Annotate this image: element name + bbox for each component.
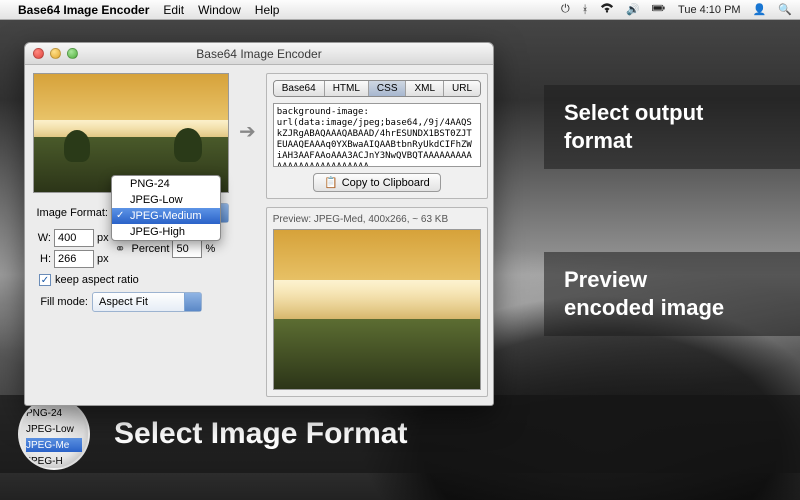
- tab-xml[interactable]: XML: [406, 81, 444, 96]
- arrow-icon: ➔: [239, 73, 256, 397]
- code-output[interactable]: background-image: url(data:image/jpeg;ba…: [273, 103, 481, 167]
- format-option-jpeg-medium[interactable]: JPEG-Medium: [112, 208, 220, 224]
- keep-aspect-checkbox[interactable]: [39, 274, 51, 286]
- width-input[interactable]: [54, 229, 94, 247]
- close-button[interactable]: [33, 48, 44, 59]
- height-unit: px: [97, 253, 109, 265]
- tab-html[interactable]: HTML: [325, 81, 369, 96]
- output-panel: Base64 HTML CSS XML URL background-image…: [266, 73, 488, 199]
- battery-icon: [652, 1, 666, 18]
- percent-sign: %: [205, 243, 215, 255]
- output-format-tabs: Base64 HTML CSS XML URL: [273, 80, 481, 97]
- tab-css[interactable]: CSS: [369, 81, 407, 96]
- volume-icon: 🔊: [626, 3, 640, 16]
- window-title: Base64 Image Encoder: [25, 47, 493, 61]
- format-option-jpeg-low[interactable]: JPEG-Low: [112, 192, 220, 208]
- callout-output-format: Select outputformat: [544, 85, 800, 169]
- image-format-dropdown[interactable]: PNG-24 JPEG-Low JPEG-Medium JPEG-High: [111, 175, 221, 241]
- bluetooth-icon: ᚼ: [582, 4, 589, 16]
- menubar-item-help[interactable]: Help: [255, 3, 280, 17]
- status-icon: ⏻: [561, 3, 570, 16]
- clipboard-icon: 📋: [324, 176, 338, 189]
- menubar-clock: Tue 4:10 PM: [678, 4, 741, 16]
- fill-mode-select[interactable]: Aspect Fit ▲▼: [92, 292, 202, 312]
- height-input[interactable]: [54, 250, 94, 268]
- preview-panel: Preview: JPEG-Med, 400x266, ~ 63 KB: [266, 207, 488, 397]
- menubar-app-name[interactable]: Base64 Image Encoder: [18, 3, 149, 17]
- percent-input[interactable]: [172, 240, 202, 258]
- format-option-jpeg-high[interactable]: JPEG-High: [112, 224, 220, 240]
- width-label: W:: [33, 232, 51, 244]
- menubar-item-edit[interactable]: Edit: [163, 3, 184, 17]
- copy-to-clipboard-button[interactable]: 📋 Copy to Clipboard: [313, 173, 441, 192]
- window-titlebar[interactable]: Base64 Image Encoder: [25, 43, 493, 65]
- user-icon[interactable]: 👤: [753, 3, 767, 16]
- callout-big-text: Select Image Format: [114, 417, 407, 451]
- percent-label: Percent: [132, 243, 170, 255]
- callout-bottom-bar: PNG-24 JPEG-Low JPEG-Me JPEG-H Select Im…: [0, 395, 800, 473]
- fill-mode-label: Fill mode:: [33, 296, 88, 308]
- menubar-item-window[interactable]: Window: [198, 3, 241, 17]
- spotlight-icon[interactable]: 🔍: [778, 3, 792, 16]
- wifi-icon: [600, 1, 614, 18]
- callout-preview: Previewencoded image: [544, 252, 800, 336]
- menubar: Base64 Image Encoder Edit Window Help ⏻ …: [0, 0, 800, 20]
- app-window: Base64 Image Encoder Image Format: JPEG-…: [24, 42, 494, 406]
- image-format-label: Image Format:: [33, 207, 108, 219]
- format-option-png24[interactable]: PNG-24: [112, 176, 220, 192]
- magnifier-circle: PNG-24 JPEG-Low JPEG-Me JPEG-H: [18, 398, 90, 470]
- chevron-updown-icon: ▲▼: [191, 295, 198, 309]
- aspect-link-icon[interactable]: ⚭: [115, 241, 126, 257]
- minimize-button[interactable]: [50, 48, 61, 59]
- zoom-button[interactable]: [67, 48, 78, 59]
- width-unit: px: [97, 232, 109, 244]
- height-label: H:: [33, 253, 51, 265]
- fill-mode-value: Aspect Fit: [99, 296, 148, 308]
- keep-aspect-label: keep aspect ratio: [55, 274, 139, 286]
- preview-info-label: Preview: JPEG-Med, 400x266, ~ 63 KB: [273, 214, 481, 225]
- copy-button-label: Copy to Clipboard: [342, 177, 430, 189]
- preview-image: [273, 229, 481, 390]
- tab-url[interactable]: URL: [444, 81, 480, 96]
- tab-base64[interactable]: Base64: [274, 81, 325, 96]
